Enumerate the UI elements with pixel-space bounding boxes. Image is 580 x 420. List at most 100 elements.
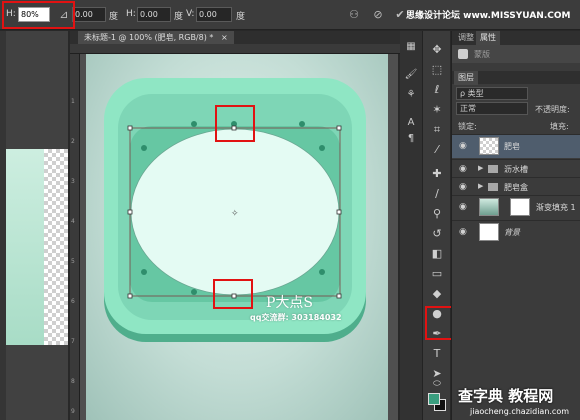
mask-label: 蒙版	[474, 50, 490, 59]
layer-row[interactable]: ◉ 肥皂	[452, 134, 580, 158]
hskew-field[interactable]: 0.00	[137, 7, 171, 22]
drain-hole	[191, 121, 197, 127]
drain-hole	[141, 269, 147, 275]
mask-row: 蒙版	[452, 45, 580, 63]
horizontal-ruler	[70, 44, 400, 54]
transform-handle[interactable]	[127, 293, 133, 299]
foreground-color-swatch[interactable]	[428, 393, 440, 405]
expand-arrow-icon[interactable]: ▶	[478, 164, 483, 172]
layer-row[interactable]: ◉ 渐变填充 1	[452, 195, 580, 219]
document-tab[interactable]: 未标题-1 @ 100% (肥皂, RGB/8) * ×	[78, 31, 234, 44]
transform-handle[interactable]	[127, 209, 133, 215]
site-watermark-small: jiaocheng.chazidian.com	[470, 407, 570, 416]
previous-document-area	[6, 31, 68, 420]
pivot-point-icon[interactable]: ✧	[231, 209, 239, 219]
tab-properties[interactable]: 属性	[476, 31, 500, 45]
brush-tool-icon[interactable]: ∕	[427, 185, 447, 203]
previous-document-image	[6, 149, 44, 345]
transform-handle[interactable]	[127, 125, 133, 131]
visibility-eye-icon[interactable]: ◉	[459, 141, 467, 151]
expand-arrow-icon[interactable]: ▶	[478, 182, 483, 190]
cancel-transform-icon[interactable]: ⊘	[370, 7, 386, 23]
ruler-mark: 4	[71, 218, 75, 225]
folder-icon	[488, 165, 498, 173]
transform-handle[interactable]	[336, 209, 342, 215]
highlight-box-height	[2, 1, 75, 29]
layer-row[interactable]: ◉ ▶ 肥皂盒	[452, 177, 580, 195]
watermark-name: P大点S	[266, 295, 314, 311]
marquee-tool-icon[interactable]: ⬚	[427, 61, 447, 79]
watermark-qq: qq交流群: 303184032	[250, 313, 342, 322]
blend-row: 正常 不透明度:	[452, 101, 580, 116]
angle-field[interactable]: 0.00	[72, 7, 106, 22]
eyedropper-tool-icon[interactable]: ⁄	[427, 141, 447, 159]
vskew-field[interactable]: 0.00	[196, 7, 232, 22]
vertical-ruler: 1 2 3 4 5 6 7 8 9	[70, 54, 80, 420]
visibility-eye-icon[interactable]: ◉	[459, 202, 467, 212]
stamp-tool-icon[interactable]: ⚲	[427, 205, 447, 223]
transform-handle[interactable]	[231, 293, 237, 299]
collapsed-panels: ▦ 🖌 ⚘ A ¶	[400, 31, 422, 420]
right-panels: 调整 属性 蒙版 图层 ρ 类型 正常 不透明度: 锁定: 填充: ◉ 肥皂 ◉…	[451, 31, 580, 420]
ellipse-tool-icon[interactable]: ⬭	[427, 375, 447, 393]
background-thumbnail	[479, 223, 499, 241]
character-icon[interactable]: A	[403, 115, 419, 131]
ruler-mark: 1	[71, 98, 75, 105]
properties-tabs: 调整 属性	[452, 31, 580, 45]
clone-source-icon[interactable]: ⚘	[403, 87, 419, 103]
visibility-eye-icon[interactable]: ◉	[459, 227, 467, 237]
magic-wand-tool-icon[interactable]: ✶	[427, 101, 447, 119]
kind-filter[interactable]: ρ 类型	[456, 87, 528, 100]
type-tool-icon[interactable]: T	[427, 345, 447, 363]
site-watermark: 查字典 教程网 jiaocheng.chazidian.com	[450, 385, 580, 420]
blur-tool-icon[interactable]: ◆	[427, 285, 447, 303]
opacity-label: 不透明度:	[535, 105, 570, 114]
drain-hole	[141, 145, 147, 151]
layer-row[interactable]: ◉ 背景	[452, 220, 580, 244]
brush-presets-icon[interactable]: 🖌	[403, 67, 419, 83]
document-tab-label: 未标题-1 @ 100% (肥皂, RGB/8) *	[84, 33, 214, 42]
transform-handle[interactable]	[336, 293, 342, 299]
ruler-mark: 3	[71, 178, 75, 185]
eraser-tool-icon[interactable]: ◧	[427, 245, 447, 263]
ruler-mark: 2	[71, 138, 75, 145]
options-bar: H: 80% ⊿ 0.00 度 H: 0.00 度 V: 0.00 度 ⚇ ⊘ …	[0, 0, 580, 30]
lock-label: 锁定:	[458, 122, 477, 131]
lock-row: 锁定: 填充:	[452, 118, 580, 133]
visibility-eye-icon[interactable]: ◉	[459, 182, 467, 192]
history-icon[interactable]: ▦	[403, 39, 419, 55]
transform-handle[interactable]	[336, 125, 342, 131]
lasso-tool-icon[interactable]: ℓ	[427, 81, 447, 99]
crop-tool-icon[interactable]: ⌗	[427, 121, 447, 139]
history-brush-icon[interactable]: ↺	[427, 225, 447, 243]
gradient-thumbnail	[479, 198, 499, 216]
document-tab-close[interactable]: ×	[221, 33, 228, 42]
layer-name: 肥皂	[504, 142, 520, 151]
canvas[interactable]: ✧ P大点S qq交流群: 303184032	[86, 54, 388, 420]
paragraph-icon[interactable]: ¶	[403, 131, 419, 147]
hskew-label: H:	[126, 9, 136, 19]
move-tool-icon[interactable]: ✥	[427, 41, 447, 59]
filter-row: ρ 类型	[452, 86, 580, 101]
drain-hole	[319, 145, 325, 151]
gradient-tool-icon[interactable]: ▭	[427, 265, 447, 283]
layer-name: 肥皂盒	[504, 183, 528, 192]
tab-adjustments[interactable]: 调整	[454, 31, 478, 45]
fill-label: 填充:	[550, 122, 569, 131]
ruler-mark: 8	[71, 378, 75, 385]
site-watermark-big: 查字典 教程网	[458, 387, 554, 405]
layer-name: 背景	[504, 228, 520, 237]
photoshop-window: H: 80% ⊿ 0.00 度 H: 0.00 度 V: 0.00 度 ⚇ ⊘ …	[0, 0, 580, 420]
blend-mode-select[interactable]: 正常	[456, 102, 528, 115]
healing-tool-icon[interactable]: ✚	[427, 165, 447, 183]
ruler-mark: 7	[71, 338, 75, 345]
degree-label: 度	[109, 12, 119, 22]
visibility-eye-icon[interactable]: ◉	[459, 164, 467, 174]
tab-layers[interactable]: 图层	[454, 71, 478, 85]
tools-panel: ✥ ⬚ ℓ ✶ ⌗ ⁄ ✚ ∕ ⚲ ↺ ◧ ▭ ◆ ● ✒ T ➤ ⬭	[422, 31, 450, 420]
warp-icon[interactable]: ⚇	[346, 7, 362, 23]
layer-row[interactable]: ◉ ▶ 沥水槽	[452, 159, 580, 177]
degree-label-3: 度	[236, 12, 246, 22]
transform-handle[interactable]	[231, 125, 237, 131]
layer-name: 沥水槽	[504, 165, 528, 174]
